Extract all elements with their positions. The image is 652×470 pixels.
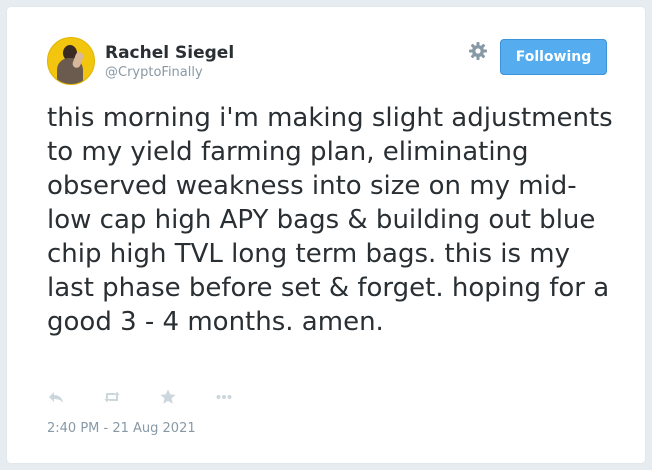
following-button[interactable]: Following <box>500 39 607 75</box>
tweet-card: Rachel Siegel @CryptoFinally Following t… <box>6 6 646 464</box>
more-dots-icon[interactable] <box>215 388 233 406</box>
avatar[interactable] <box>47 37 95 85</box>
tweet-actions <box>47 387 271 407</box>
tweet-text: this morning i'm making slight adjustmen… <box>47 103 613 337</box>
retweet-icon[interactable] <box>103 388 121 406</box>
user-handle[interactable]: @CryptoFinally <box>105 65 203 80</box>
settings-gear-icon[interactable] <box>468 41 488 61</box>
tweet-timestamp[interactable]: 2:40 PM - 21 Aug 2021 <box>47 421 196 436</box>
user-display-name[interactable]: Rachel Siegel <box>105 43 234 63</box>
reply-icon[interactable] <box>47 388 65 406</box>
like-star-icon[interactable] <box>159 388 177 406</box>
